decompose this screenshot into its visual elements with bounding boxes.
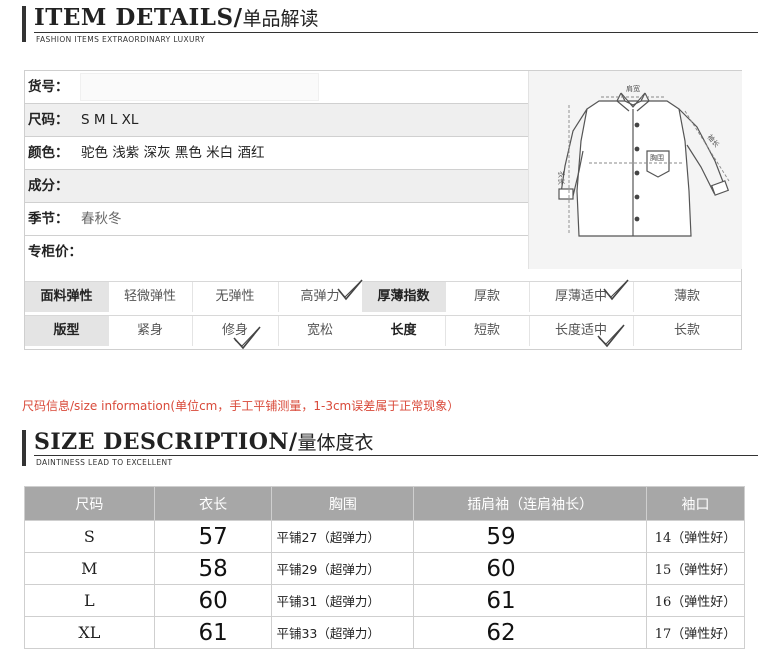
check-icon-high-elasticity — [337, 279, 363, 301]
length-cell: 61 — [153, 616, 273, 649]
item-details-box: 货号： 尺码： S M L XL 颜色： 驼色 浅紫 深灰 黑色 米白 酒红 成… — [24, 70, 742, 350]
fit-option-loose: 宽松 — [278, 316, 363, 346]
table-row: L 60 平铺31（超弹力） 61 16（弹性好） — [24, 584, 745, 617]
thickness-option-thin: 薄款 — [673, 289, 700, 304]
col-sleeve: 插肩袖（连肩袖长） — [413, 486, 648, 521]
cuff-cell: 17（弹性好） — [646, 616, 745, 649]
col-cuff: 袖口 — [646, 486, 745, 521]
item-details-title: ITEM DETAILS/单品解读 — [34, 4, 319, 31]
elasticity-option-none: 无弹性 — [192, 282, 279, 312]
info-row-sku: 货号： — [25, 71, 528, 104]
cuff-cell: 16（弹性好） — [646, 584, 745, 617]
item-details-title-en: ITEM DETAILS/ — [34, 4, 243, 31]
item-details-subtitle: FASHION ITEMS EXTRAORDINARY LUXURY — [36, 35, 206, 44]
chest-label: 胸围 — [650, 153, 664, 162]
fit-option-tight: 紧身 — [108, 316, 193, 346]
season-value: 春秋冬 — [81, 211, 122, 227]
elasticity-label: 面料弹性 — [25, 282, 109, 312]
size-cell: M — [24, 552, 155, 585]
size-label: 尺码： — [28, 112, 69, 128]
check-icon-medium-length — [597, 324, 625, 348]
season-label: 季节： — [28, 211, 69, 227]
item-details-title-cn: 单品解读 — [242, 8, 319, 30]
size-header-bar — [22, 430, 26, 466]
thickness-option-thick: 厚款 — [445, 282, 530, 312]
size-table-header-row: 尺码 衣长 胸围 插肩袖（连肩袖长） 袖口 — [24, 486, 745, 521]
size-description-subtitle: DAINTINESS LEAD TO EXCELLENT — [36, 458, 173, 467]
size-value: S M L XL — [81, 112, 139, 128]
chest-cell: 平铺33（超弹力） — [271, 616, 415, 649]
col-length: 衣长 — [153, 486, 273, 521]
table-row: XL 61 平铺33（超弹力） 62 17（弹性好） — [24, 616, 745, 649]
color-value: 驼色 浅紫 深灰 黑色 米白 酒红 — [81, 145, 265, 161]
attr-row-fit: 版型 紧身 修身 宽松 长度 短款 长度适中 长款 — [25, 315, 741, 346]
item-details-header-bar — [22, 6, 26, 42]
price-label: 专柜价： — [28, 244, 82, 260]
length-cell: 60 — [153, 584, 273, 617]
length-label: 衣长 — [557, 171, 566, 185]
thickness-label: 厚薄指数 — [362, 282, 446, 312]
length-option-long: 长款 — [673, 323, 700, 338]
fit-label: 版型 — [25, 316, 109, 346]
sleeve-cell: 61 — [413, 584, 648, 617]
size-cell: L — [24, 584, 155, 617]
attr-row-elasticity: 面料弹性 轻微弹性 无弹性 高弹力 厚薄指数 厚款 厚薄适中 薄款 — [25, 281, 741, 312]
info-row-price: 专柜价： — [25, 236, 528, 268]
table-row: M 58 平铺29（超弹力） 60 15（弹性好） — [24, 552, 745, 585]
item-details-underline — [34, 32, 758, 33]
color-label: 颜色： — [28, 145, 69, 161]
info-row-color: 颜色： 驼色 浅紫 深灰 黑色 米白 酒红 — [25, 137, 528, 170]
info-row-size: 尺码： S M L XL — [25, 104, 528, 137]
check-icon-medium-thickness — [603, 279, 629, 301]
table-row: S 57 平铺27（超弹力） 59 14（弹性好） — [24, 520, 745, 553]
info-row-material: 成分： — [25, 170, 528, 203]
length-attr-label: 长度 — [362, 316, 446, 346]
shirt-diagram-panel: 肩宽 衣长 胸围 袖长 — [528, 71, 742, 269]
cuff-cell: 14（弹性好） — [646, 520, 745, 553]
info-row-season: 季节： 春秋冬 — [25, 203, 528, 236]
elasticity-option-slight: 轻微弹性 — [108, 282, 193, 312]
length-cell: 58 — [153, 552, 273, 585]
size-description-underline — [34, 455, 758, 456]
cuff-cell: 15（弹性好） — [646, 552, 745, 585]
size-cell: S — [24, 520, 155, 553]
sleeve-cell: 60 — [413, 552, 648, 585]
size-table: 尺码 衣长 胸围 插肩袖（连肩袖长） 袖口 S 57 平铺27（超弹力） 59 … — [24, 486, 745, 649]
sleeve-cell: 62 — [413, 616, 648, 649]
chest-cell: 平铺27（超弹力） — [271, 520, 415, 553]
sleeve-cell: 59 — [413, 520, 648, 553]
col-size: 尺码 — [24, 486, 155, 521]
length-option-short: 短款 — [445, 316, 530, 346]
check-icon-slim-fit — [233, 326, 261, 350]
size-info-note: 尺码信息/size information(单位cm，手工平铺测量，1-3cm误… — [22, 399, 460, 413]
length-cell: 57 — [153, 520, 273, 553]
size-description-title: SIZE DESCRIPTION/量体度衣 — [34, 428, 374, 455]
size-description-title-en: SIZE DESCRIPTION/ — [34, 429, 298, 455]
size-cell: XL — [24, 616, 155, 649]
sku-value-blank — [80, 73, 319, 101]
material-label: 成分： — [28, 178, 69, 194]
size-description-title-cn: 量体度衣 — [297, 432, 374, 454]
chest-cell: 平铺29（超弹力） — [271, 552, 415, 585]
shoulder-width-label: 肩宽 — [626, 84, 640, 93]
col-chest: 胸围 — [271, 486, 415, 521]
shirt-diagram: 肩宽 衣长 胸围 袖长 — [557, 84, 730, 237]
sku-label: 货号： — [28, 79, 69, 95]
chest-cell: 平铺31（超弹力） — [271, 584, 415, 617]
